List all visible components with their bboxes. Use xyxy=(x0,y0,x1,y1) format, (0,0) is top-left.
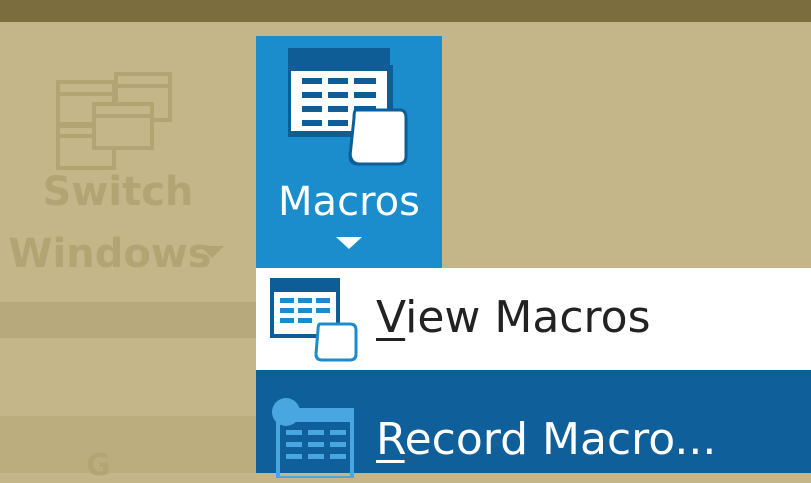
accelerator-key: R xyxy=(376,414,405,465)
switch-windows-button[interactable]: Switch Windows xyxy=(0,22,240,302)
menu-item-view-macros[interactable]: View Macros xyxy=(256,268,811,370)
menu-item-label: Record Macro... xyxy=(376,418,716,462)
record-macro-icon xyxy=(272,398,354,478)
title-bar xyxy=(0,0,811,22)
switch-windows-label-line2: Windows xyxy=(8,231,212,277)
macros-button[interactable]: Macros xyxy=(256,36,442,268)
windows-icon xyxy=(56,72,172,170)
accelerator-key: V xyxy=(376,292,406,343)
ribbon-divider xyxy=(0,302,256,338)
chevron-down-icon xyxy=(336,237,362,249)
partial-ribbon-label: G xyxy=(86,448,111,483)
ribbon-lower-group xyxy=(0,416,256,473)
switch-windows-label-line1: Switch xyxy=(42,169,194,215)
menu-item-label-rest: ecord Macro... xyxy=(404,414,717,465)
macro-sheet-icon xyxy=(288,48,408,166)
macros-label: Macros xyxy=(278,179,420,225)
menu-item-label-rest: iew Macros xyxy=(405,292,651,343)
view-macros-icon xyxy=(270,278,358,362)
menu-item-label: View Macros xyxy=(376,296,651,340)
menu-item-record-macro[interactable]: Record Macro... xyxy=(256,370,811,478)
chevron-down-icon xyxy=(200,246,224,258)
